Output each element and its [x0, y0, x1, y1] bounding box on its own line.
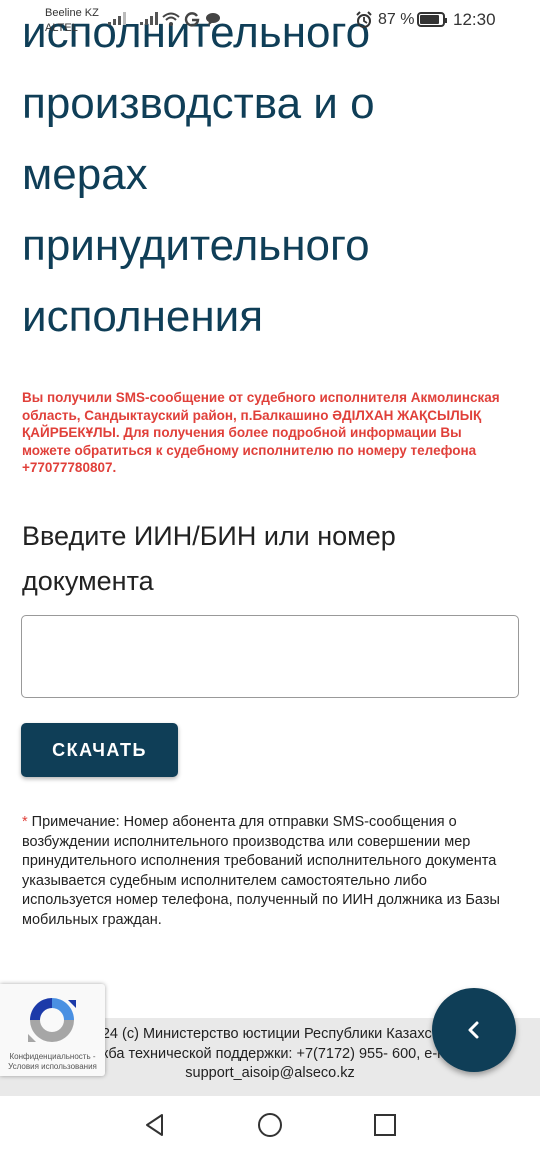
carrier-2: ALTEL: [45, 22, 78, 34]
carrier-label: Beeline KZ ALTEL: [45, 6, 99, 36]
page-title: исполнительного производства и о мерах п…: [22, 0, 522, 352]
recaptcha-icon: [28, 998, 76, 1042]
page-title-line: принудительного: [22, 221, 370, 270]
back-fab-button[interactable]: [432, 988, 516, 1072]
nav-home-icon[interactable]: [255, 1110, 285, 1140]
wifi-icon: [162, 12, 180, 26]
note-text: * Примечание: Номер абонента для отправк…: [22, 813, 518, 930]
signal-icon: [140, 12, 158, 25]
battery-icon: [417, 12, 447, 27]
recaptcha-badge[interactable]: Конфиденциальность - Условия использован…: [0, 984, 105, 1076]
download-button[interactable]: СКАЧАТЬ: [21, 723, 178, 777]
page-title-line: исполнения: [22, 292, 264, 341]
google-icon: [184, 12, 200, 27]
battery-fill: [420, 15, 439, 24]
system-nav-bar: [0, 1096, 540, 1156]
sms-notice: Вы получили SMS-сообщение от судебного и…: [22, 390, 500, 475]
chat-icon: [206, 13, 220, 26]
carrier-1: Beeline KZ: [45, 7, 99, 19]
iin-input[interactable]: [21, 615, 519, 698]
iin-field-label: Введите ИИН/БИН или номер документа: [22, 521, 396, 596]
chevron-left-icon: [468, 1021, 479, 1039]
nav-back-icon[interactable]: [140, 1110, 170, 1140]
page-title-line: мерах: [22, 150, 148, 199]
page-title-line: производства и о: [22, 79, 375, 128]
clock: 12:30: [453, 10, 496, 29]
battery-percent: 87 %: [378, 11, 415, 28]
note-body: Примечание: Номер абонента для отправки …: [22, 814, 500, 928]
nav-recents-icon[interactable]: [370, 1110, 400, 1140]
alarm-icon: [356, 11, 372, 28]
recaptcha-links[interactable]: Конфиденциальность - Условия использован…: [0, 1052, 105, 1072]
signal-icon: [108, 12, 126, 25]
status-bar: Beeline KZ ALTEL 87 % 12:30: [0, 0, 540, 40]
